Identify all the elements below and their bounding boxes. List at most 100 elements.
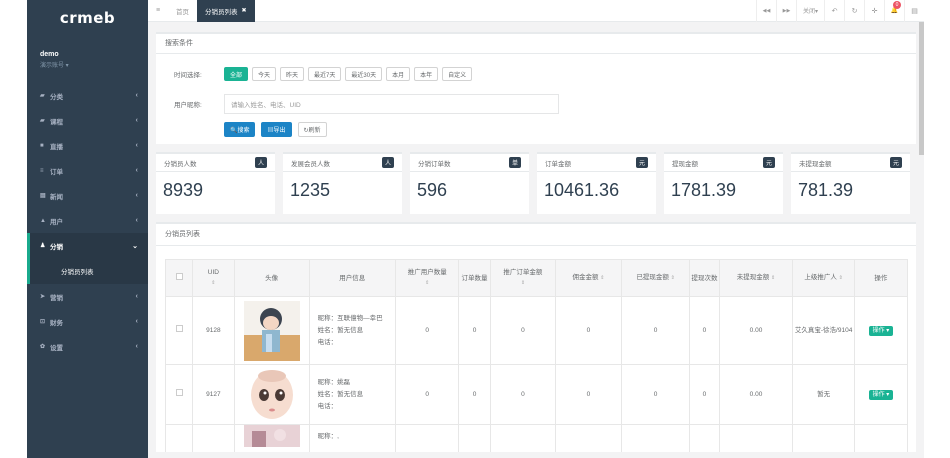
stat-card: 订单金额 元 10461.36 xyxy=(537,152,656,214)
promo-users-cell: 0 xyxy=(394,296,460,365)
sort-icon[interactable]: ⇕ xyxy=(839,275,843,281)
col-commission-label: 佣金金额 xyxy=(572,274,599,281)
user-role-dropdown[interactable]: 演示账号 ▾ xyxy=(40,60,148,69)
sort-icon[interactable]: ⇕ xyxy=(396,278,458,289)
user-profile[interactable]: demo 演示账号 ▾ xyxy=(27,36,148,83)
time-option-year[interactable]: 本年 xyxy=(414,67,439,81)
sidebar-item-distribution[interactable]: ♟ 分销 ⌄ xyxy=(27,233,148,258)
sort-icon[interactable]: ⇕ xyxy=(600,275,604,281)
chevron-left-icon: ‹ xyxy=(135,192,138,199)
col-commission[interactable]: 佣金金额 ⇕ xyxy=(555,259,622,297)
select-all-cell[interactable] xyxy=(164,259,194,297)
row-select-cell[interactable] xyxy=(164,296,194,365)
select-all-checkbox[interactable] xyxy=(175,272,183,280)
row-select-cell[interactable] xyxy=(164,364,194,425)
stat-label: 订单金额 xyxy=(545,160,571,168)
empty-cell xyxy=(555,424,622,452)
menu-toggle-icon[interactable]: ≡ xyxy=(148,0,168,22)
user-phone: 电话： xyxy=(317,338,338,346)
tab-next-icon[interactable]: ▶▶ xyxy=(776,0,796,22)
tab-distributor-list[interactable]: 分销员列表 ✖ xyxy=(197,0,255,22)
operation-dropdown-button[interactable]: 操作 ▾ xyxy=(868,389,894,400)
sidebar-item-category[interactable]: ▰ 分类 ‹ xyxy=(27,83,148,108)
empty-cell xyxy=(718,424,794,452)
sort-icon[interactable]: ⇕ xyxy=(193,278,234,289)
sidebar-item-settings[interactable]: ✿ 设置 ‹ xyxy=(27,334,148,359)
tab-prev-icon[interactable]: ◀◀ xyxy=(756,0,776,22)
search-input[interactable]: 请输入姓名、电话、UID xyxy=(224,94,559,114)
time-option-last7[interactable]: 最近7天 xyxy=(308,67,342,81)
search-button[interactable]: 🔍搜索 xyxy=(224,122,256,137)
sidebar-item-users[interactable]: ▲ 用户 ‹ xyxy=(27,208,148,233)
sort-icon[interactable]: ⇕ xyxy=(671,275,675,281)
close-tabs-dropdown[interactable]: 关闭▾ xyxy=(796,0,824,22)
sidebar-item-label: 用户 xyxy=(50,218,63,226)
withdrawn-cell: 0 xyxy=(620,364,691,425)
col-uid-label: UID xyxy=(207,269,219,276)
sort-icon[interactable]: ⇕ xyxy=(771,275,775,281)
chevron-left-icon: ‹ xyxy=(135,343,138,350)
stat-card: 提现金额 元 1781.39 xyxy=(664,152,783,214)
stat-badge: 人 xyxy=(254,157,267,168)
sidebar-item-news[interactable]: ▤ 新闻 ‹ xyxy=(27,183,148,208)
row-select-cell[interactable] xyxy=(164,424,194,452)
export-button[interactable]: ▤导出 xyxy=(261,122,292,137)
time-option-all[interactable]: 全部 xyxy=(224,67,249,81)
back-icon[interactable]: ↶ xyxy=(824,0,844,22)
stat-value: 596 xyxy=(417,180,448,200)
promo-users-cell: 0 xyxy=(394,364,460,425)
sidebar-item-label: 财务 xyxy=(50,319,63,327)
col-withdrawn[interactable]: 已提现金额 ⇕ xyxy=(620,259,691,297)
tag-icon: ▰ xyxy=(40,93,45,99)
not-withdrawn-cell: 0.00 xyxy=(718,364,794,425)
col-superior[interactable]: 上级推广人 ⇕ xyxy=(792,259,855,297)
row-checkbox[interactable] xyxy=(175,388,183,396)
time-option-month[interactable]: 本月 xyxy=(386,67,411,81)
send-icon: ➤ xyxy=(40,294,46,300)
sidebar-item-live[interactable]: ■ 直播 ‹ xyxy=(27,133,148,158)
chevron-left-icon: ‹ xyxy=(135,117,138,124)
sidebar-item-course[interactable]: ▰ 课程 ‹ xyxy=(27,108,148,133)
stat-value: 10461.36 xyxy=(544,180,620,200)
fullscreen-icon[interactable]: ✛ xyxy=(864,0,884,22)
user-nickname: 昵称：姚磊 xyxy=(317,378,351,386)
sidebar: crmeb demo 演示账号 ▾ ▰ 分类 ‹ ▰ 课程 ‹ ■ 直播 ‹ ≡ xyxy=(27,0,148,458)
sidebar-item-orders[interactable]: ≡ 订单 ‹ xyxy=(27,158,148,183)
list-icon: ≡ xyxy=(40,167,44,174)
refresh-button[interactable]: ↻刷新 xyxy=(297,122,327,137)
col-user-info: 用户信息 xyxy=(308,259,396,297)
not-withdrawn-cell: 0.00 xyxy=(718,296,794,365)
sort-icon[interactable]: ⇕ xyxy=(491,278,556,289)
main-content: 搜索条件 时间选择: 全部 今天 昨天 最近7天 最近30天 本月 本年 自定义… xyxy=(148,22,924,458)
close-icon[interactable]: ✖ xyxy=(242,7,247,14)
refresh-icon[interactable]: ↻ xyxy=(844,0,864,22)
user-info-cell: 昵称：, xyxy=(308,424,396,452)
stat-card: 分销订单数 单 596 xyxy=(410,152,529,214)
sidebar-item-finance[interactable]: ⊡ 财务 ‹ xyxy=(27,309,148,334)
time-option-custom[interactable]: 自定义 xyxy=(442,67,473,81)
col-uid[interactable]: UID ⇕ xyxy=(192,259,235,297)
time-option-today[interactable]: 今天 xyxy=(252,67,277,81)
finance-icon: ⊡ xyxy=(40,319,46,325)
time-option-last30[interactable]: 最近30天 xyxy=(345,67,383,81)
superior-cell: 艾久真宝-徐浩/9104 xyxy=(792,296,855,365)
nickname-row: 用户昵称: 请输入姓名、电话、UID xyxy=(156,94,916,114)
notification-icon[interactable]: 🔔 0 xyxy=(884,0,904,22)
col-promo-amount[interactable]: 推广订单金额 ⇕ xyxy=(489,259,557,297)
sidebar-item-label: 直播 xyxy=(50,143,63,151)
col-not-withdrawn[interactable]: 未提现金额 ⇕ xyxy=(718,259,794,297)
col-operation: 操作 xyxy=(853,259,909,297)
col-promo-users[interactable]: 推广用户数量 ⇕ xyxy=(394,259,460,297)
user-name: 姓名：暂无信息 xyxy=(317,390,364,398)
operation-dropdown-button[interactable]: 操作 ▾ xyxy=(868,325,894,336)
time-option-yesterday[interactable]: 昨天 xyxy=(280,67,305,81)
settings-icon[interactable]: ▤ xyxy=(904,0,924,22)
tab-home[interactable]: 首页 xyxy=(168,0,197,22)
avatar-cell xyxy=(233,296,310,365)
logo: crmeb xyxy=(59,9,116,27)
sidebar-item-marketing[interactable]: ➤ 营销 ‹ xyxy=(27,284,148,309)
stat-label: 分销订单数 xyxy=(418,160,451,168)
sidebar-subitem-distributor-list[interactable]: 分销员列表 xyxy=(27,258,148,284)
tab-label: 分销员列表 xyxy=(205,8,238,16)
row-checkbox[interactable] xyxy=(175,324,183,332)
